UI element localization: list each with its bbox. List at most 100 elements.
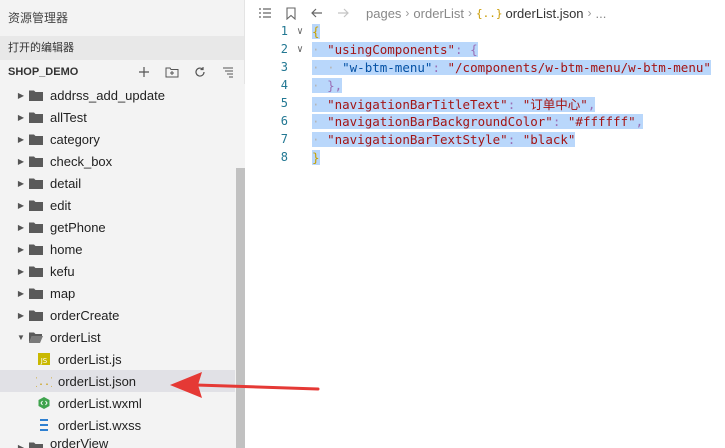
- code-token: {: [312, 23, 320, 39]
- tree-folder[interactable]: ▶ addrss_add_update: [0, 84, 235, 106]
- tree-item-label: orderList.wxml: [58, 395, 142, 411]
- js-file-icon: JS: [36, 348, 52, 370]
- tree-item-label: kefu: [50, 263, 75, 279]
- project-name: SHOP_DEMO: [8, 66, 79, 78]
- tree-folder[interactable]: ▶ kefu: [0, 260, 235, 282]
- list-icon[interactable]: [254, 2, 276, 24]
- new-file-icon[interactable]: [134, 62, 154, 82]
- bookmark-icon[interactable]: [280, 2, 302, 24]
- chevron-right-icon[interactable]: ▶: [14, 194, 28, 216]
- explorer-actions: [134, 62, 238, 82]
- code-token: },: [327, 77, 343, 93]
- svg-text:{..}: {..}: [36, 377, 52, 388]
- chevron-down-icon[interactable]: ▼: [14, 326, 28, 348]
- sidebar-scrollbar-thumb[interactable]: [236, 168, 245, 448]
- line-number: 6: [280, 114, 288, 128]
- tree-item-label: getPhone: [50, 219, 106, 235]
- red-arrow-annotation: [170, 372, 320, 398]
- tree-folder[interactable]: ▶ allTest: [0, 106, 235, 128]
- tree-folder[interactable]: ▶ category: [0, 128, 235, 150]
- project-header[interactable]: SHOP_DEMO: [0, 60, 244, 84]
- folder-icon: [28, 128, 44, 150]
- folder-icon: [28, 216, 44, 238]
- tree-folder[interactable]: ▶ edit: [0, 194, 235, 216]
- open-editors-section[interactable]: 打开的编辑器: [0, 36, 244, 60]
- tree-folder[interactable]: ▶ check_box: [0, 150, 235, 172]
- code-token: "/components/w-btm-menu/w-btm-menu": [447, 59, 711, 75]
- tree-item-label: allTest: [50, 109, 87, 125]
- chevron-right-icon[interactable]: ▶: [14, 436, 28, 448]
- svg-text:JS: JS: [40, 357, 48, 365]
- chevron-right-icon[interactable]: ▶: [14, 282, 28, 304]
- folder-icon: [28, 436, 44, 448]
- tree-folder[interactable]: ▶ detail: [0, 172, 235, 194]
- tree-item-label: home: [50, 241, 83, 257]
- chevron-right-icon[interactable]: ▶: [14, 172, 28, 194]
- line-number: 1: [280, 24, 288, 38]
- fold-chevron-icon[interactable]: ∨: [288, 22, 312, 40]
- folder-icon: [28, 326, 44, 348]
- tree-folder[interactable]: ▶ orderCreate: [0, 304, 235, 326]
- code-token: "#ffffff": [567, 113, 636, 129]
- tree-item-label: orderList: [50, 329, 101, 345]
- tree-folder[interactable]: ▶ orderView: [0, 436, 235, 448]
- line-number: 4: [280, 78, 288, 92]
- chevron-right-icon[interactable]: ▶: [14, 238, 28, 260]
- wxml-file-icon: [36, 392, 52, 414]
- chevron-right-icon[interactable]: ▶: [14, 128, 28, 150]
- line-number: 7: [280, 132, 288, 146]
- code-token: "navigationBarTextStyle": [327, 131, 508, 147]
- collapse-icon[interactable]: [218, 62, 238, 82]
- tree-item-label: orderView: [50, 436, 109, 448]
- code-line: 8 }: [246, 148, 725, 166]
- fold-chevron-icon: [288, 58, 312, 76]
- fold-chevron-icon[interactable]: ∨: [288, 40, 312, 58]
- code-token: "black": [522, 131, 576, 147]
- chevron-right-icon: ›: [587, 6, 592, 20]
- folder-icon: [28, 84, 44, 106]
- new-folder-icon[interactable]: [162, 62, 182, 82]
- refresh-icon[interactable]: [190, 62, 210, 82]
- breadcrumb-folder[interactable]: orderList: [413, 6, 464, 21]
- code-token: "usingComponents": [327, 41, 455, 57]
- code-area[interactable]: 1 ∨ { 2 ∨ · "usingComponents": { 3 · · "…: [246, 22, 725, 166]
- chevron-right-icon[interactable]: ▶: [14, 304, 28, 326]
- line-number: 3: [280, 60, 288, 74]
- back-arrow-icon[interactable]: [306, 2, 328, 24]
- folder-icon: [28, 260, 44, 282]
- folder-icon: [28, 172, 44, 194]
- wxss-file-icon: [36, 414, 52, 436]
- explorer-title: 资源管理器: [8, 11, 69, 25]
- code-token: }: [312, 149, 320, 165]
- tree-file[interactable]: orderList.wxss: [0, 414, 235, 436]
- tree-item-label: orderCreate: [50, 307, 120, 323]
- chevron-right-icon[interactable]: ▶: [14, 84, 28, 106]
- breadcrumb-pages[interactable]: pages: [366, 6, 401, 21]
- tree-folder[interactable]: ▶ map: [0, 282, 235, 304]
- chevron-right-icon[interactable]: ▶: [14, 260, 28, 282]
- code-token: "订单中心": [522, 96, 588, 112]
- tree-folder[interactable]: ▶ home: [0, 238, 235, 260]
- tree-item-label: category: [50, 131, 100, 147]
- forward-arrow-icon[interactable]: [332, 2, 354, 24]
- chevron-right-icon: ›: [468, 6, 472, 20]
- tree-item-label: map: [50, 285, 76, 301]
- code-token: "w-btm-menu": [342, 59, 433, 75]
- tree-item-label: check_box: [50, 153, 113, 169]
- line-number: 8: [280, 150, 288, 164]
- code-line: 6 · "navigationBarBackgroundColor": "#ff…: [246, 112, 725, 130]
- code-line: 1 ∨ {: [246, 22, 725, 40]
- tree-folder[interactable]: ▼ orderList: [0, 326, 235, 348]
- chevron-right-icon[interactable]: ▶: [14, 216, 28, 238]
- chevron-right-icon: ›: [405, 6, 410, 20]
- tree-folder[interactable]: ▶ getPhone: [0, 216, 235, 238]
- chevron-right-icon[interactable]: ▶: [14, 150, 28, 172]
- breadcrumb-more[interactable]: ...: [596, 6, 607, 21]
- chevron-right-icon[interactable]: ▶: [14, 106, 28, 128]
- tree-item-label: orderList.json: [58, 373, 137, 389]
- code-line: 7 · "navigationBarTextStyle": "black": [246, 130, 725, 148]
- line-number: 5: [280, 96, 288, 110]
- breadcrumb-file[interactable]: orderList.json: [506, 6, 584, 21]
- json-file-icon: {..}: [476, 6, 503, 20]
- folder-icon: [28, 304, 44, 326]
